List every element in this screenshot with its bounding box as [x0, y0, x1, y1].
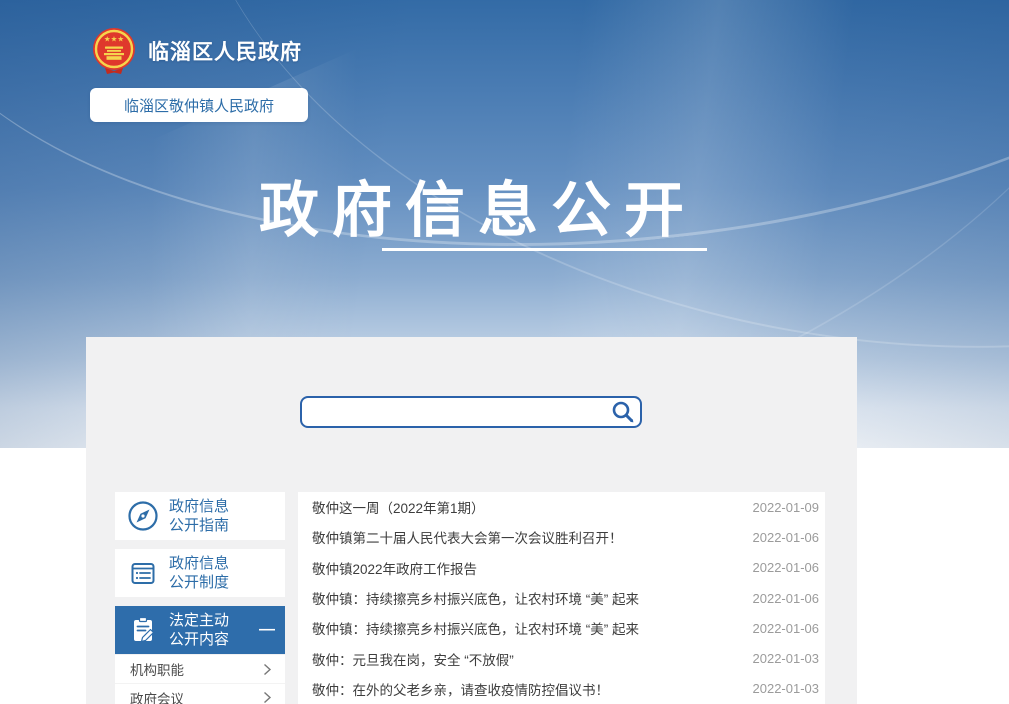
news-date: 2022-01-06	[753, 560, 820, 575]
submenu-label: 政府会议	[130, 688, 184, 704]
news-date: 2022-01-09	[753, 500, 820, 515]
submenu-label: 机构职能	[130, 659, 184, 679]
news-link[interactable]: 敬仲镇：持续擦亮乡村振兴底色，让农村环境 “美” 起来	[312, 588, 639, 608]
news-link[interactable]: 敬仲这一周（2022年第1期）	[312, 497, 485, 517]
search-input[interactable]	[300, 396, 642, 428]
sidebar-item-open-guide[interactable]: 政府信息 公开指南	[115, 492, 285, 540]
news-item: 敬仲镇2022年政府工作报告 2022-01-06	[298, 553, 825, 583]
chevron-right-icon	[263, 691, 272, 704]
news-link[interactable]: 敬仲：在外的父老乡亲，请查收疫情防控倡议书！	[312, 679, 609, 699]
sidebar-submenu: 机构职能 政府会议	[115, 655, 285, 704]
news-item: 敬仲镇：持续擦亮乡村振兴底色，让农村环境 “美” 起来 2022-01-06	[298, 613, 825, 643]
search-button[interactable]	[610, 399, 636, 425]
site-logo-link[interactable]: ★★★ 临淄区人民政府	[90, 26, 302, 76]
title-underline	[382, 248, 707, 251]
clipboard-pen-icon	[126, 613, 160, 647]
page: ★★★ 临淄区人民政府 临淄区敬仲镇人民政府 政府信息公开	[0, 0, 1009, 704]
sidebar-item-label: 政府信息 公开制度	[169, 554, 229, 592]
sidebar-item-legal-disclosure[interactable]: 法定主动 公开内容 —	[115, 606, 285, 654]
news-item: 敬仲镇：持续擦亮乡村振兴底色，让农村环境 “美” 起来 2022-01-06	[298, 583, 825, 613]
national-emblem-icon: ★★★	[90, 26, 138, 76]
collapse-indicator[interactable]: —	[259, 621, 275, 639]
news-item: 敬仲：元旦我在岗，安全 “不放假” 2022-01-03	[298, 643, 825, 673]
search-bar	[300, 396, 642, 428]
sidebar-item-open-system[interactable]: 政府信息 公开制度	[115, 549, 285, 597]
content-panel: 政府信息 公开指南 政府信息 公开制度	[86, 337, 857, 704]
search-icon	[610, 399, 636, 425]
site-name: 临淄区人民政府	[148, 36, 302, 66]
news-date: 2022-01-03	[753, 681, 820, 696]
sidebar-item-label: 法定主动 公开内容	[169, 611, 229, 649]
sidebar-item-label: 政府信息 公开指南	[169, 497, 229, 535]
news-link[interactable]: 敬仲镇：持续擦亮乡村振兴底色，让农村环境 “美” 起来	[312, 618, 639, 638]
news-date: 2022-01-06	[753, 591, 820, 606]
news-date: 2022-01-03	[753, 651, 820, 666]
svg-text:★★★: ★★★	[104, 35, 124, 44]
sidebar: 政府信息 公开指南 政府信息 公开制度	[115, 492, 285, 704]
news-item: 敬仲：在外的父老乡亲，请查收疫情防控倡议书！ 2022-01-03	[298, 674, 825, 704]
news-date: 2022-01-06	[753, 621, 820, 636]
news-link[interactable]: 敬仲镇第二十届人民代表大会第一次会议胜利召开！	[312, 527, 623, 547]
submenu-item-agency-functions[interactable]: 机构职能	[115, 655, 285, 683]
list-document-icon	[126, 556, 160, 590]
news-link[interactable]: 敬仲镇2022年政府工作报告	[312, 558, 477, 578]
news-list: 敬仲这一周（2022年第1期） 2022-01-09 敬仲镇第二十届人民代表大会…	[298, 492, 825, 704]
compass-icon	[126, 499, 160, 533]
chevron-right-icon	[263, 663, 272, 676]
news-item: 敬仲这一周（2022年第1期） 2022-01-09	[298, 492, 825, 522]
page-title: 政府信息公开	[86, 162, 857, 249]
news-date: 2022-01-06	[753, 530, 820, 545]
submenu-item-government-meetings[interactable]: 政府会议	[115, 683, 285, 704]
subsite-badge[interactable]: 临淄区敬仲镇人民政府	[90, 88, 308, 122]
news-link[interactable]: 敬仲：元旦我在岗，安全 “不放假”	[312, 649, 514, 669]
news-item: 敬仲镇第二十届人民代表大会第一次会议胜利召开！ 2022-01-06	[298, 522, 825, 552]
